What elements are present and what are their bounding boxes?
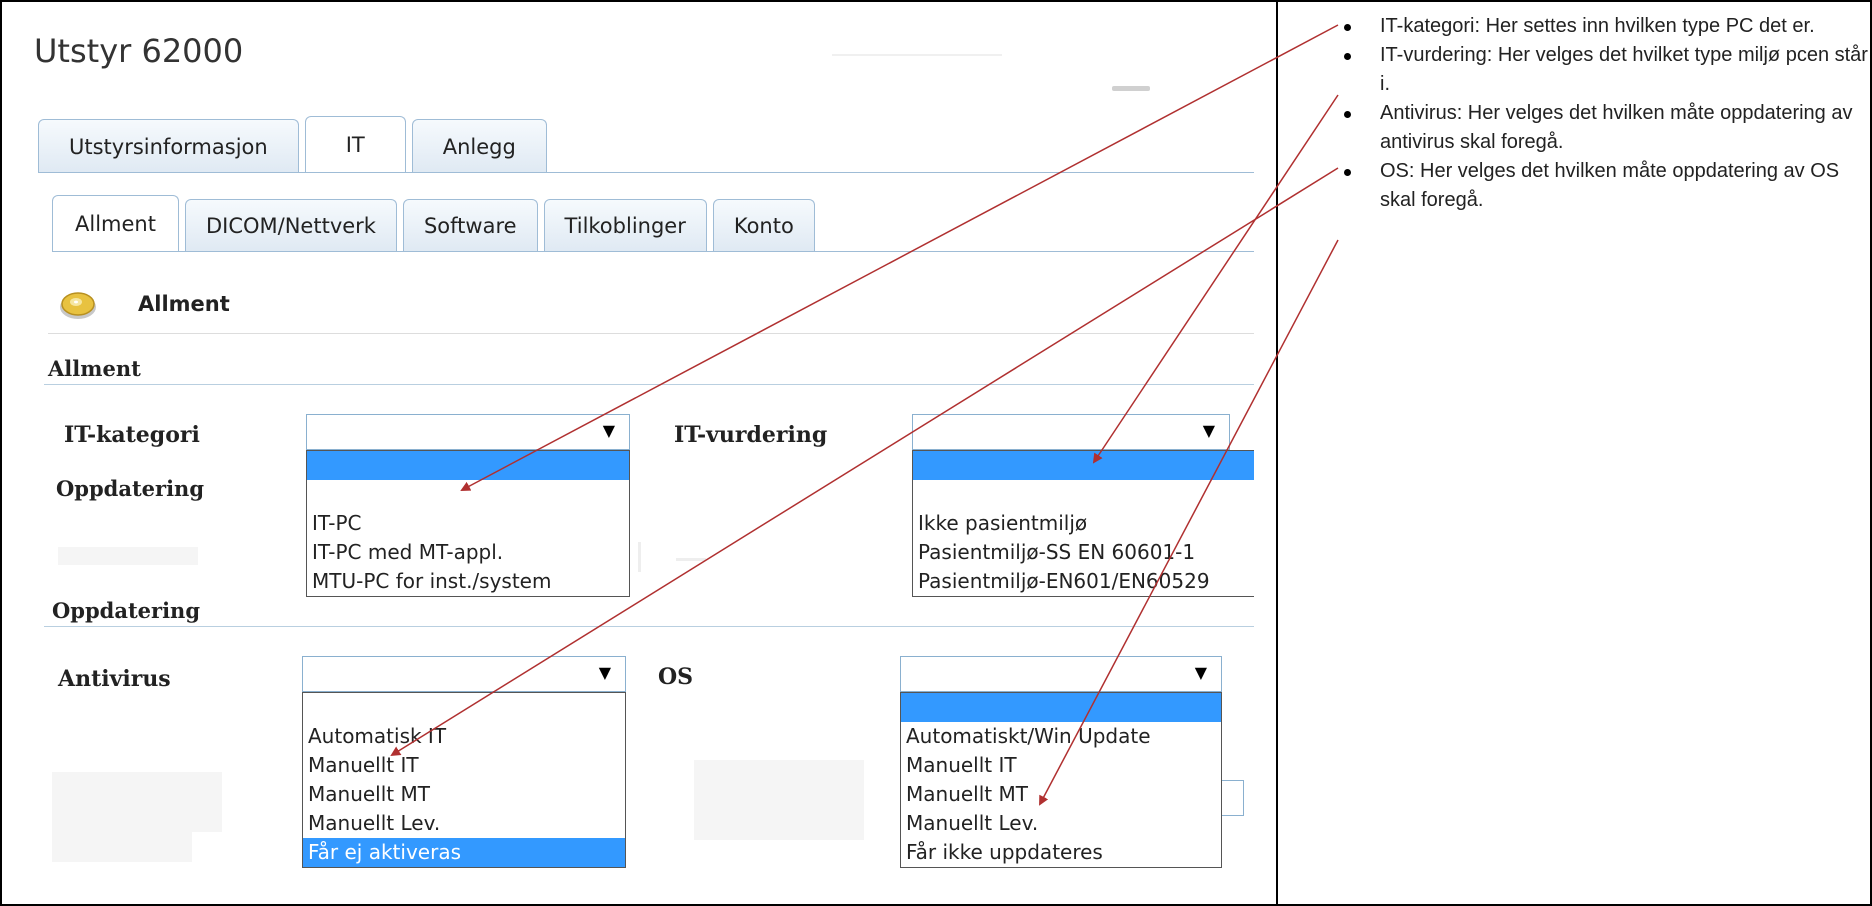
dropdown-option-blank[interactable]: [901, 693, 1221, 722]
dropdown-option[interactable]: Manuellt IT: [901, 751, 1221, 780]
tab-utstyrsinformasjon[interactable]: Utstyrsinformasjon: [38, 119, 299, 173]
os-select[interactable]: ▼: [900, 656, 1222, 692]
note-it-kategori: IT-kategori: Her settes inn hvilken type…: [1340, 12, 1870, 41]
antivirus-select[interactable]: ▼: [302, 656, 626, 692]
dropdown-option-blank[interactable]: [913, 451, 1254, 480]
group-label-allment: Allment: [48, 356, 141, 381]
group-label-oppdatering: Oppdatering: [52, 598, 201, 623]
it-vurdering-dropdown: Ikke pasientmiljø Pasientmiljø-SS EN 606…: [912, 450, 1254, 597]
dropdown-option[interactable]: Manuellt MT: [901, 780, 1221, 809]
blurred-field: [52, 832, 192, 862]
dropdown-arrow-icon: ▼: [1202, 421, 1215, 440]
note-antivirus: Antivirus: Her velges det hvilken måte o…: [1340, 99, 1870, 157]
dropdown-option-blank[interactable]: [303, 693, 625, 722]
tab-dicom-nettverk[interactable]: DICOM/Nettverk: [184, 199, 397, 252]
label-antivirus: Antivirus: [58, 666, 171, 692]
dropdown-option[interactable]: MTU-PC for inst./system: [307, 567, 629, 596]
field-separator: [638, 542, 641, 572]
equipment-window: Utstyr 62000 Utstyrsinformasjon IT Anleg…: [2, 2, 1254, 900]
tab-software[interactable]: Software: [402, 199, 538, 252]
dropdown-option[interactable]: IT-PC med MT-appl.: [307, 538, 629, 567]
it-vurdering-select[interactable]: ▼: [912, 414, 1230, 450]
antivirus-dropdown: Automatisk IT Manuellt IT Manuellt MT Ma…: [302, 692, 626, 868]
main-tabs: Utstyrsinformasjon IT Anlegg: [38, 116, 553, 173]
minimize-bar[interactable]: [1112, 86, 1150, 91]
label-it-vurdering: IT-vurdering: [674, 422, 828, 448]
dropdown-arrow-icon: ▼: [602, 421, 615, 440]
note-os: OS: Her velges det hvilken måte oppdater…: [1340, 157, 1870, 215]
section-title: Allment: [138, 291, 230, 316]
dropdown-option[interactable]: Automatisk IT: [303, 722, 625, 751]
dropdown-option[interactable]: Pasientmiljø-EN601/EN60529: [913, 567, 1254, 596]
dropdown-option[interactable]: IT-PC: [307, 509, 629, 538]
label-it-kategori: IT-kategori: [64, 422, 200, 448]
sub-tabs: Allment DICOM/Nettverk Software Tilkobli…: [52, 195, 821, 252]
tab-konto[interactable]: Konto: [712, 199, 815, 252]
dropdown-option[interactable]: Pasientmiljø-SS EN 60601-1: [913, 538, 1254, 567]
page-title: Utstyr 62000: [34, 32, 244, 70]
dropdown-arrow-icon: ▼: [598, 663, 611, 682]
tab-tilkoblinger[interactable]: Tilkoblinger: [543, 199, 707, 252]
note-it-vurdering: IT-vurdering: Her velges det hvilket typ…: [1340, 41, 1870, 99]
dropdown-arrow-icon: ▼: [1194, 663, 1207, 682]
it-kategori-select[interactable]: ▼: [306, 414, 630, 450]
main-tabs-baseline: [38, 172, 1254, 173]
dropdown-spacer: [913, 480, 1254, 509]
dropdown-spacer: [307, 480, 629, 509]
group-divider: [44, 384, 1254, 385]
tab-it[interactable]: IT: [304, 116, 406, 173]
dropdown-option[interactable]: Manuellt Lev.: [303, 809, 625, 838]
it-kategori-dropdown: IT-PC IT-PC med MT-appl. MTU-PC for inst…: [306, 450, 630, 597]
dropdown-option[interactable]: Manuellt IT: [303, 751, 625, 780]
sub-tabs-baseline: [52, 251, 1254, 252]
dropdown-option-selected[interactable]: Får ej aktiveras: [303, 838, 625, 867]
dropdown-option-blank[interactable]: [307, 451, 629, 480]
label-os: OS: [658, 664, 694, 690]
dropdown-option[interactable]: Får ikke uppdateres: [901, 838, 1221, 867]
group-label-oppdatering-hidden: Oppdatering: [56, 476, 205, 501]
dropdown-option[interactable]: Manuellt Lev.: [901, 809, 1221, 838]
section-header: Allment: [48, 274, 1254, 334]
tab-allment[interactable]: Allment: [52, 195, 179, 252]
dropdown-option[interactable]: Ikke pasientmiljø: [913, 509, 1254, 538]
blurred-field: [694, 760, 864, 840]
disc-icon: [58, 285, 98, 323]
group-divider: [44, 626, 1254, 627]
blurred-field: [58, 547, 198, 565]
column-divider: [1276, 0, 1278, 906]
faded-mark: [832, 54, 1002, 56]
os-dropdown: Automatiskt/Win Update Manuellt IT Manue…: [900, 692, 1222, 868]
dash-mark: [676, 558, 706, 561]
dropdown-option[interactable]: Automatiskt/Win Update: [901, 722, 1221, 751]
tab-anlegg[interactable]: Anlegg: [411, 119, 547, 173]
annotation-notes: IT-kategori: Her settes inn hvilken type…: [1340, 12, 1870, 215]
dropdown-option[interactable]: Manuellt MT: [303, 780, 625, 809]
blurred-field: [52, 772, 222, 832]
